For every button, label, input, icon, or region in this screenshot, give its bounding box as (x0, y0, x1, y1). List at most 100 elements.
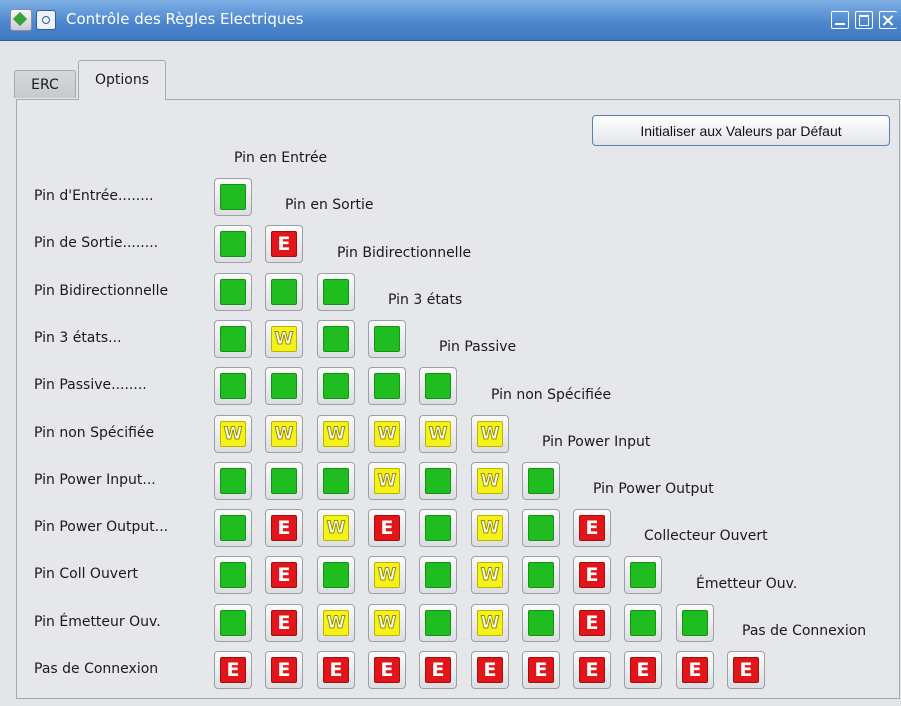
ok-cell[interactable] (214, 604, 252, 642)
column-label: Collecteur Ouvert (644, 528, 768, 544)
ok-cell[interactable] (214, 367, 252, 405)
ok-cell[interactable] (317, 273, 355, 311)
warning-cell[interactable]: W (419, 415, 457, 453)
close-button[interactable] (879, 11, 897, 29)
error-cell[interactable]: E (214, 651, 252, 689)
ok-cell[interactable] (419, 367, 457, 405)
ok-cell[interactable] (265, 462, 303, 500)
warning-cell[interactable]: W (317, 509, 355, 547)
cell-glyph: W (274, 424, 294, 445)
warning-cell[interactable]: W (317, 415, 355, 453)
ok-cell[interactable] (522, 462, 560, 500)
cell-glyph (220, 610, 246, 636)
warning-cell[interactable]: W (471, 415, 509, 453)
warning-cell[interactable]: W (471, 509, 509, 547)
ok-cell[interactable] (265, 273, 303, 311)
row-label: Pas de Connexion (34, 661, 159, 677)
cell-glyph (220, 279, 246, 305)
error-cell[interactable]: E (573, 604, 611, 642)
tab-erc[interactable]: ERC (14, 70, 76, 98)
ok-cell[interactable] (419, 556, 457, 594)
reset-defaults-button[interactable]: Initialiser aux Valeurs par Défaut (592, 115, 890, 146)
error-cell[interactable]: E (265, 604, 303, 642)
warning-cell[interactable]: W (368, 415, 406, 453)
ok-cell[interactable] (317, 462, 355, 500)
warning-cell[interactable]: W (265, 415, 303, 453)
error-cell[interactable]: E (265, 651, 303, 689)
cell-glyph: W (326, 518, 346, 539)
warning-cell[interactable]: W (471, 556, 509, 594)
ok-cell[interactable] (317, 367, 355, 405)
error-cell[interactable]: E (317, 651, 355, 689)
error-cell[interactable]: E (522, 651, 560, 689)
warning-cell[interactable]: W (471, 604, 509, 642)
title-bar[interactable]: Contrôle des Règles Electriques (0, 0, 901, 41)
cell-glyph (374, 373, 400, 399)
row-label: Pin Émetteur Ouv. (34, 613, 161, 630)
ok-cell[interactable] (522, 604, 560, 642)
ok-cell[interactable] (214, 320, 252, 358)
warning-cell[interactable]: W (471, 462, 509, 500)
ok-cell[interactable] (522, 556, 560, 594)
ok-cell[interactable] (419, 604, 457, 642)
warning-cell[interactable]: W (368, 556, 406, 594)
ok-cell[interactable] (214, 509, 252, 547)
cell-glyph (220, 231, 246, 257)
ok-cell[interactable] (419, 509, 457, 547)
cell-glyph: E (585, 564, 599, 586)
error-cell[interactable]: E (471, 651, 509, 689)
cell-glyph (528, 515, 554, 541)
ok-cell[interactable] (214, 225, 252, 263)
ok-cell[interactable] (368, 367, 406, 405)
cell-glyph: W (223, 424, 243, 445)
ok-cell[interactable] (676, 604, 714, 642)
ok-cell[interactable] (368, 320, 406, 358)
cell-glyph: W (377, 565, 397, 586)
warning-cell[interactable]: W (368, 462, 406, 500)
pin-icon[interactable] (36, 10, 56, 30)
ok-cell[interactable] (214, 273, 252, 311)
maximize-button[interactable] (855, 11, 873, 29)
error-cell[interactable]: E (265, 556, 303, 594)
ok-cell[interactable] (624, 556, 662, 594)
error-cell[interactable]: E (368, 651, 406, 689)
cell-glyph: W (377, 613, 397, 634)
cell-glyph: E (277, 517, 291, 539)
column-label: Pin Power Input (542, 434, 651, 450)
cell-glyph (682, 610, 708, 636)
cell-glyph (271, 279, 297, 305)
ok-cell[interactable] (317, 556, 355, 594)
error-cell[interactable]: E (573, 651, 611, 689)
cell-glyph: E (534, 659, 548, 681)
error-cell[interactable]: E (419, 651, 457, 689)
error-cell[interactable]: E (368, 509, 406, 547)
ok-cell[interactable] (624, 604, 662, 642)
error-cell[interactable]: E (624, 651, 662, 689)
ok-cell[interactable] (522, 509, 560, 547)
cell-glyph (220, 515, 246, 541)
ok-cell[interactable] (214, 462, 252, 500)
warning-cell[interactable]: W (368, 604, 406, 642)
ok-cell[interactable] (317, 320, 355, 358)
ok-cell[interactable] (265, 367, 303, 405)
error-cell[interactable]: E (573, 556, 611, 594)
error-cell[interactable]: E (676, 651, 714, 689)
cell-glyph: E (277, 612, 291, 634)
error-cell[interactable]: E (265, 509, 303, 547)
warning-cell[interactable]: W (317, 604, 355, 642)
ok-cell[interactable] (214, 178, 252, 216)
ok-cell[interactable] (419, 462, 457, 500)
error-cell[interactable]: E (573, 509, 611, 547)
error-cell[interactable]: E (265, 225, 303, 263)
error-cell[interactable]: E (727, 651, 765, 689)
cell-glyph (374, 326, 400, 352)
minimize-button[interactable] (831, 11, 849, 29)
warning-cell[interactable]: W (265, 320, 303, 358)
column-label: Pin Bidirectionnelle (337, 245, 472, 261)
tab-options[interactable]: Options (78, 60, 166, 100)
app-icon[interactable] (10, 9, 32, 31)
ok-cell[interactable] (214, 556, 252, 594)
column-label: Pin 3 états (388, 292, 463, 308)
cell-glyph (630, 562, 656, 588)
warning-cell[interactable]: W (214, 415, 252, 453)
